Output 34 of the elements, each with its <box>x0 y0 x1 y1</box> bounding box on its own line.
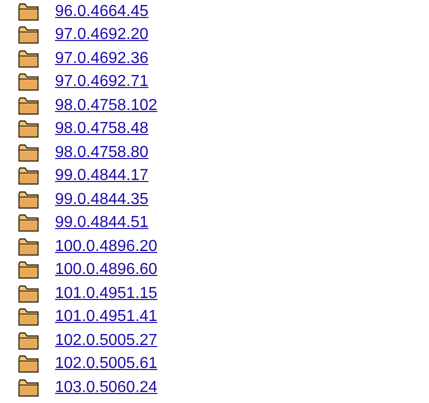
folder-link[interactable]: 101.0.4951.15 <box>55 284 158 303</box>
folder-link[interactable]: 102.0.5005.61 <box>55 355 158 374</box>
folder-icon <box>18 332 39 350</box>
folder-icon <box>18 2 39 21</box>
folder-link[interactable]: 97.0.4692.20 <box>55 26 148 44</box>
folder-icon <box>18 355 39 374</box>
folder-icon <box>18 26 39 44</box>
folder-icon <box>18 73 39 92</box>
folder-icon <box>18 238 39 256</box>
folder-icon <box>18 190 39 209</box>
folder-icon <box>18 144 39 162</box>
folder-link[interactable]: 97.0.4692.36 <box>55 50 148 68</box>
folder-icon <box>18 50 39 68</box>
folder-icon <box>18 308 39 326</box>
folder-link[interactable]: 101.0.4951.41 <box>55 308 158 326</box>
folder-icon <box>18 167 39 186</box>
folder-link[interactable]: 99.0.4844.51 <box>55 214 148 232</box>
folder-link[interactable]: 102.0.5005.27 <box>55 332 158 350</box>
folder-link[interactable]: 96.0.4664.45 <box>55 2 148 21</box>
folder-link[interactable]: 98.0.4758.102 <box>55 96 158 115</box>
folder-icon <box>18 378 39 397</box>
folder-icon <box>18 214 39 232</box>
folder-link[interactable]: 103.0.5060.24 <box>55 378 158 397</box>
folder-icon <box>18 120 39 138</box>
folder-link[interactable]: 99.0.4844.35 <box>55 190 148 209</box>
folder-icon <box>18 261 39 280</box>
folder-link[interactable]: 100.0.4896.60 <box>55 261 158 280</box>
folder-link[interactable]: 98.0.4758.80 <box>55 144 148 162</box>
folder-icon <box>18 284 39 303</box>
folder-link[interactable]: 98.0.4758.48 <box>55 120 148 138</box>
folder-icon <box>18 96 39 115</box>
folder-link[interactable]: 99.0.4844.17 <box>55 167 148 186</box>
folder-link[interactable]: 100.0.4896.20 <box>55 238 158 256</box>
folder-link[interactable]: 97.0.4692.71 <box>55 73 148 92</box>
